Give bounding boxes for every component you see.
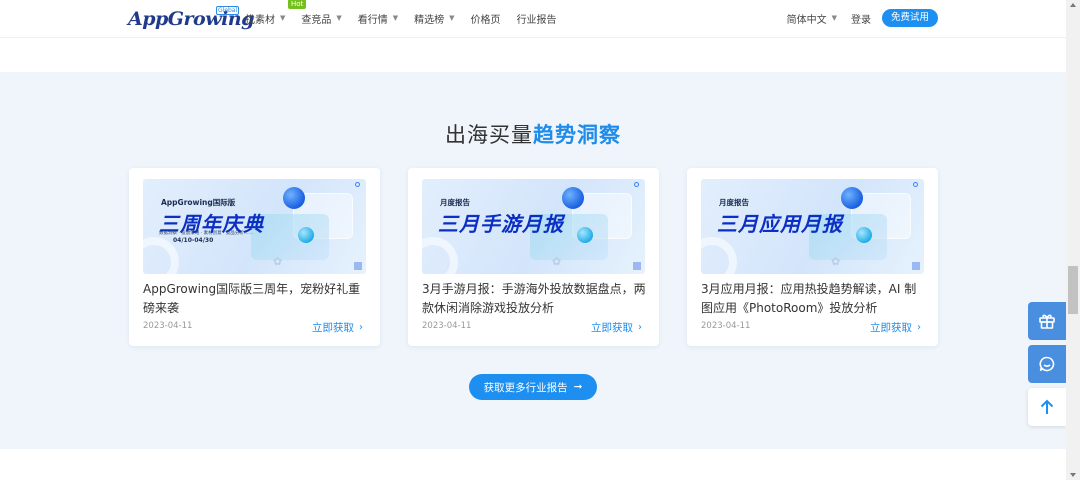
- decor-sphere: [577, 227, 593, 243]
- report-card[interactable]: ✿ AppGrowing国际版 三周年庆典 数据洞察 · 投放策略 · 素材创意…: [129, 168, 380, 346]
- decor-sphere: [841, 187, 863, 209]
- decor-ring: [701, 237, 737, 274]
- decor-dot: [634, 182, 639, 187]
- thumb-subtitle: AppGrowing国际版: [161, 198, 236, 207]
- caret-down-icon: ▼: [336, 14, 342, 22]
- decor-sphere: [283, 187, 305, 209]
- chat-button[interactable]: [1028, 345, 1066, 383]
- nav-label: 看行情: [357, 14, 388, 26]
- nav-label: 找素材: [245, 14, 275, 26]
- decor-dot: [355, 182, 360, 187]
- title-highlight: 趋势洞察: [533, 123, 621, 147]
- decor-sphere: [856, 227, 872, 243]
- thumb-date: 04/10-04/30: [173, 237, 214, 244]
- link-label: 立即获取: [312, 322, 354, 334]
- chevron-right-icon: ›: [638, 322, 642, 333]
- appgrowing-logo[interactable]: AppGrowing Global: [128, 4, 254, 30]
- top-navbar: AppGrowing Global 找素材 ▼ Hot 查竞品 ▼ 看行情 ▼ …: [0, 0, 1066, 38]
- thumb-headline: 三月手游月报: [438, 212, 564, 236]
- nav-competitors[interactable]: 查竞品 ▼: [301, 11, 341, 26]
- login-link[interactable]: 登录: [851, 11, 871, 26]
- back-to-top-button[interactable]: [1028, 388, 1066, 426]
- thumb-headline: 三月应用月报: [717, 212, 843, 236]
- main-nav: 找素材 ▼ Hot 查竞品 ▼ 看行情 ▼ 精选榜 ▼ 价格页 行业报告: [245, 0, 573, 36]
- decor-sphere: [562, 187, 584, 209]
- nav-rankings[interactable]: 精选榜 ▼: [414, 11, 454, 26]
- nav-label: 精选榜: [414, 14, 445, 26]
- decor-corner: [354, 262, 362, 270]
- scrollbar[interactable]: [1066, 0, 1080, 480]
- card-title[interactable]: 3月应用月报：应用热投趋势解读，AI 制图应用《PhotoRoom》投放分析: [701, 280, 925, 318]
- report-card[interactable]: ✿ 月度报告 三月应用月报 3月应用月报：应用热投趋势解读，AI 制图应用《Ph…: [687, 168, 938, 346]
- scroll-thumb[interactable]: [1068, 266, 1078, 314]
- thumb-subtitle: 月度报告: [440, 198, 470, 207]
- chat-icon: [1039, 356, 1055, 372]
- link-label: 立即获取: [591, 322, 633, 334]
- arrow-right-icon: ➞: [573, 381, 583, 393]
- logo-global-badge: Global: [216, 6, 240, 15]
- nav-pricing[interactable]: 价格页: [471, 11, 501, 26]
- nav-find-creatives[interactable]: 找素材 ▼ Hot: [245, 0, 307, 26]
- thumb-subtitle: 月度报告: [719, 198, 749, 207]
- get-now-link[interactable]: 立即获取 ›: [312, 320, 363, 335]
- chevron-right-icon: ›: [917, 322, 921, 333]
- nav-industry-reports[interactable]: 行业报告: [517, 11, 557, 26]
- card-date: 2023-04-11: [422, 321, 472, 331]
- get-now-link[interactable]: 立即获取 ›: [870, 320, 921, 335]
- report-card[interactable]: ✿ 月度报告 三月手游月报 3月手游月报：手游海外投放数据盘点，两款休闲消除游戏…: [408, 168, 659, 346]
- arrow-up-icon: [1040, 399, 1054, 414]
- card-date: 2023-04-11: [143, 321, 193, 331]
- more-reports-label: 获取更多行业报告: [483, 381, 568, 394]
- card-title[interactable]: AppGrowing国际版三周年，宠粉好礼重磅来袭: [143, 280, 367, 318]
- chevron-right-icon: ›: [359, 322, 363, 333]
- gift-icon: [1039, 314, 1055, 329]
- hot-badge: Hot: [288, 0, 307, 9]
- report-thumbnail[interactable]: ✿ AppGrowing国际版 三周年庆典 数据洞察 · 投放策略 · 素材创意…: [143, 179, 366, 274]
- section-title: 出海买量趋势洞察: [0, 119, 1066, 149]
- nav-label: 行业报告: [516, 14, 557, 26]
- scroll-up-icon[interactable]: [1070, 3, 1076, 7]
- language-label: 简体中文: [786, 14, 827, 26]
- more-reports-button[interactable]: 获取更多行业报告 ➞: [469, 374, 597, 400]
- card-date: 2023-04-11: [701, 321, 751, 331]
- decor-corner: [912, 262, 920, 270]
- nav-market[interactable]: 看行情 ▼: [358, 11, 398, 26]
- title-plain: 出海买量: [445, 123, 533, 147]
- thumb-tagline: 数据洞察 · 投放策略 · 素材创意 · 竞品分析……: [159, 231, 253, 236]
- header-right: 简体中文 ▼ 登录 免费试用: [787, 0, 938, 36]
- caret-down-icon: ▼: [449, 14, 455, 22]
- card-title[interactable]: 3月手游月报：手游海外投放数据盘点，两款休闲消除游戏投放分析: [422, 280, 646, 318]
- decor-ring: [422, 237, 458, 274]
- plant-icon: ✿: [273, 255, 283, 268]
- trend-insights-section: 出海买量趋势洞察 ✿ AppGrowing国际版 三周年庆典 数据洞察 · 投放…: [0, 72, 1066, 449]
- plant-icon: ✿: [831, 255, 841, 268]
- caret-down-icon: ▼: [831, 14, 837, 22]
- scroll-down-icon[interactable]: [1070, 473, 1076, 477]
- plant-icon: ✿: [552, 255, 562, 268]
- gift-button[interactable]: [1028, 302, 1066, 340]
- language-selector[interactable]: 简体中文 ▼: [787, 11, 837, 26]
- link-label: 立即获取: [870, 322, 912, 334]
- report-thumbnail[interactable]: ✿ 月度报告 三月应用月报: [701, 179, 924, 274]
- decor-corner: [633, 262, 641, 270]
- caret-down-icon: ▼: [280, 14, 286, 22]
- free-trial-button[interactable]: 免费试用: [881, 9, 938, 27]
- get-now-link[interactable]: 立即获取 ›: [591, 320, 642, 335]
- decor-dot: [913, 182, 918, 187]
- report-thumbnail[interactable]: ✿ 月度报告 三月手游月报: [422, 179, 645, 274]
- nav-label: 查竞品: [301, 14, 332, 26]
- decor-sphere: [298, 227, 314, 243]
- nav-label: 价格页: [470, 14, 501, 26]
- caret-down-icon: ▼: [392, 14, 399, 22]
